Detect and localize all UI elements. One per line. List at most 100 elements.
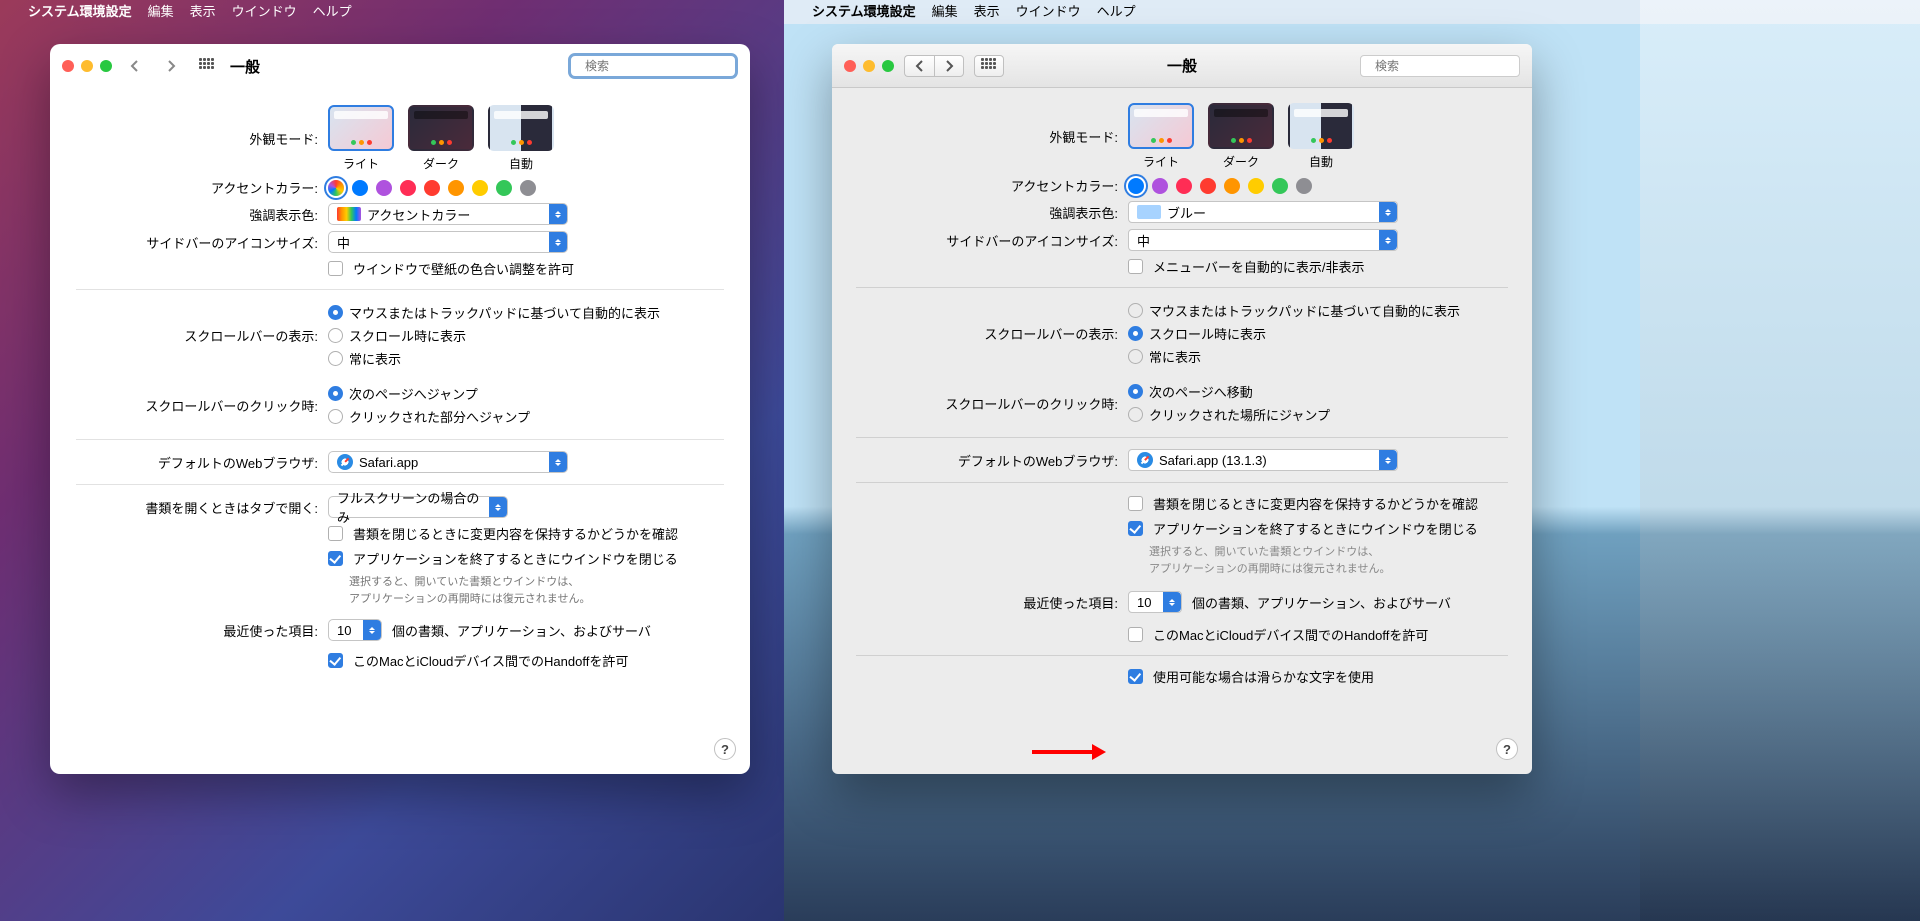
accent-label: アクセントカラー: [76, 178, 328, 197]
scrollbar-show-label: スクロールバーの表示: [856, 324, 1128, 343]
handoff-checkbox[interactable] [328, 653, 343, 668]
handoff-checkbox[interactable] [1128, 627, 1143, 642]
recent-select[interactable]: 10 [1128, 591, 1182, 613]
appearance-option-light[interactable]: ライト [1128, 103, 1194, 170]
show-all-button[interactable] [194, 55, 220, 77]
recent-suffix: 個の書類、アプリケーション、およびサーバ [392, 621, 651, 640]
jump-next-radio[interactable] [328, 386, 343, 401]
close-button[interactable] [62, 60, 74, 72]
accent-green[interactable] [496, 180, 512, 196]
accent-blue[interactable] [352, 180, 368, 196]
recent-label: 最近使った項目: [76, 621, 328, 640]
close-windows-checkbox[interactable] [328, 551, 343, 566]
accent-green[interactable] [1272, 178, 1288, 194]
search-input[interactable] [1375, 59, 1530, 73]
menu-view[interactable]: 表示 [190, 0, 216, 24]
accent-multicolor[interactable] [328, 180, 344, 196]
accent-pink[interactable] [1176, 178, 1192, 194]
search-field[interactable] [568, 53, 738, 79]
menu-edit[interactable]: 編集 [932, 0, 958, 24]
annotation-arrow [1032, 744, 1114, 760]
recent-suffix: 個の書類、アプリケーション、およびサーバ [1192, 593, 1451, 612]
menu-view[interactable]: 表示 [974, 0, 1000, 24]
ask-changes-checkbox[interactable] [1128, 496, 1143, 511]
help-button[interactable]: ? [714, 738, 736, 760]
jump-next-radio[interactable] [1128, 384, 1143, 399]
toolbar: 一般 [832, 44, 1532, 88]
accent-yellow[interactable] [1248, 178, 1264, 194]
forward-button[interactable] [158, 55, 184, 77]
forward-button[interactable] [934, 55, 964, 77]
back-button[interactable] [122, 55, 148, 77]
handoff-label: このMacとiCloudデバイス間でのHandoffを許可 [353, 651, 628, 670]
menubar[interactable]: システム環境設定 編集 表示 ウインドウ ヘルプ [784, 0, 1920, 24]
highlight-select[interactable]: アクセントカラー [328, 203, 568, 225]
app-menu[interactable]: システム環境設定 [812, 0, 916, 24]
safari-icon [337, 454, 353, 470]
window-title: 一般 [1014, 55, 1350, 76]
accent-swatches [328, 180, 724, 196]
jump-spot-radio[interactable] [1128, 407, 1143, 422]
search-input[interactable] [585, 59, 740, 73]
browser-label: デフォルトのWebブラウザ: [856, 451, 1128, 470]
menu-help[interactable]: ヘルプ [313, 0, 352, 24]
menu-window[interactable]: ウインドウ [232, 0, 297, 24]
search-field[interactable] [1360, 55, 1520, 77]
menubar[interactable]: システム環境設定 編集 表示 ウインドウ ヘルプ [0, 0, 784, 24]
minimize-button[interactable] [81, 60, 93, 72]
browser-select[interactable]: Safari.app [328, 451, 568, 473]
appearance-option-dark[interactable]: ダーク [1208, 103, 1274, 170]
appearance-option-auto[interactable]: 自動 [488, 105, 554, 172]
show-all-button[interactable] [974, 55, 1004, 77]
accent-graphite[interactable] [520, 180, 536, 196]
menubar-autohide-checkbox[interactable] [1128, 259, 1143, 274]
browser-select[interactable]: Safari.app (13.1.3) [1128, 449, 1398, 471]
sidebar-size-select[interactable]: 中 [328, 231, 568, 253]
app-menu[interactable]: システム環境設定 [28, 0, 132, 24]
recent-select[interactable]: 10 [328, 619, 382, 641]
tabs-select[interactable]: フルスクリーンの場合のみ [328, 496, 508, 518]
menu-edit[interactable]: 編集 [148, 0, 174, 24]
menu-help[interactable]: ヘルプ [1097, 0, 1136, 24]
zoom-button[interactable] [100, 60, 112, 72]
wallpaper-tint-checkbox[interactable] [328, 261, 343, 276]
close-windows-checkbox[interactable] [1128, 521, 1143, 536]
minimize-button[interactable] [863, 60, 875, 72]
accent-pink[interactable] [400, 180, 416, 196]
accent-purple[interactable] [1152, 178, 1168, 194]
scrollbar-show-label: スクロールバーの表示: [76, 326, 328, 345]
scrollbar-auto-radio[interactable] [328, 305, 343, 320]
appearance-option-dark[interactable]: ダーク [408, 105, 474, 172]
accent-orange[interactable] [448, 180, 464, 196]
accent-orange[interactable] [1224, 178, 1240, 194]
scrollbar-scrolling-radio[interactable] [1128, 326, 1143, 341]
font-smoothing-label: 使用可能な場合は滑らかな文字を使用 [1153, 667, 1374, 686]
accent-blue[interactable] [1128, 178, 1144, 194]
accent-purple[interactable] [376, 180, 392, 196]
back-button[interactable] [904, 55, 934, 77]
zoom-button[interactable] [882, 60, 894, 72]
preferences-window: 一般 外観モード: ライト ダーク 自動 アクセントカラー: [832, 44, 1532, 774]
highlight-select[interactable]: ブルー [1128, 201, 1398, 223]
accent-red[interactable] [424, 180, 440, 196]
sidebar-size-select[interactable]: 中 [1128, 229, 1398, 251]
scrollbar-auto-radio[interactable] [1128, 303, 1143, 318]
menu-window[interactable]: ウインドウ [1016, 0, 1081, 24]
close-button[interactable] [844, 60, 856, 72]
accent-yellow[interactable] [472, 180, 488, 196]
scrollbar-always-radio[interactable] [1128, 349, 1143, 364]
accent-red[interactable] [1200, 178, 1216, 194]
accent-graphite[interactable] [1296, 178, 1312, 194]
jump-spot-radio[interactable] [328, 409, 343, 424]
help-button[interactable]: ? [1496, 738, 1518, 760]
ask-changes-checkbox[interactable] [328, 526, 343, 541]
scrollbar-scrolling-radio[interactable] [328, 328, 343, 343]
recent-label: 最近使った項目: [856, 593, 1128, 612]
accent-swatches [1128, 178, 1508, 194]
appearance-option-auto[interactable]: 自動 [1288, 103, 1354, 170]
appearance-option-light[interactable]: ライト [328, 105, 394, 172]
window-title: 一般 [230, 56, 260, 77]
scrollbar-click-label: スクロールバーのクリック時: [856, 394, 1128, 413]
font-smoothing-checkbox[interactable] [1128, 669, 1143, 684]
scrollbar-always-radio[interactable] [328, 351, 343, 366]
